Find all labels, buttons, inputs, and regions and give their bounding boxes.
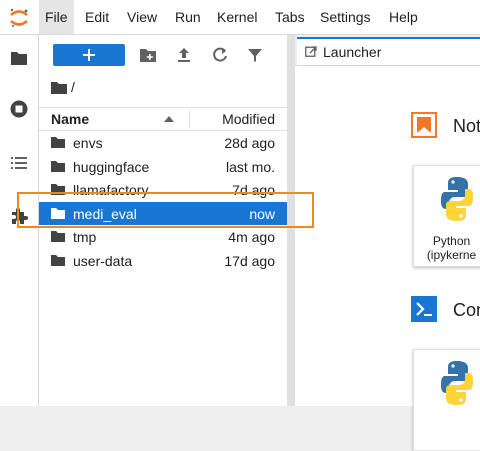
menu-file[interactable]: File: [39, 0, 74, 34]
refresh-icon[interactable]: [211, 46, 229, 64]
list-icon: [11, 157, 27, 169]
kernel-card-label: Python: [432, 234, 471, 248]
sort-ascending-icon: [164, 116, 174, 122]
column-divider[interactable]: [189, 110, 190, 128]
menu-help[interactable]: Help: [383, 0, 424, 34]
file-browser-tab[interactable]: [0, 40, 38, 76]
file-modified: last mo.: [225, 158, 275, 175]
file-modified: 28d ago: [224, 135, 275, 151]
console-section-icon: [411, 296, 437, 322]
folder-icon: [51, 137, 65, 148]
file-row-huggingface[interactable]: huggingface last mo.: [39, 155, 287, 179]
stop-circle-icon: [10, 100, 28, 118]
python-logo-icon: [441, 361, 473, 405]
home-folder-icon[interactable]: [51, 81, 67, 95]
upload-icon[interactable]: [175, 46, 193, 64]
menu-run[interactable]: Run: [169, 0, 207, 34]
new-launcher-button[interactable]: [53, 44, 125, 66]
file-modified: 17d ago: [224, 252, 275, 269]
file-name: envs: [73, 135, 103, 151]
menu-edit[interactable]: Edit: [79, 0, 115, 34]
menu-tabs[interactable]: Tabs: [269, 0, 311, 34]
console-section-title: Con: [453, 300, 480, 320]
table-of-contents-tab[interactable]: [0, 145, 38, 181]
column-name-header[interactable]: Name: [51, 111, 89, 127]
kernel-card-sublabel: (ipykerne: [426, 248, 477, 262]
tab-label: Launcher: [323, 44, 382, 60]
folder-icon: [11, 52, 27, 65]
file-name: tmp: [73, 229, 97, 245]
menu-kernel[interactable]: Kernel: [211, 0, 263, 34]
menu-bar: File Edit View Run Kernel Tabs Settings …: [0, 0, 480, 35]
launcher-icon: [305, 46, 317, 57]
notebook-section-icon: [411, 112, 437, 138]
main-tab-bar: Launcher: [295, 35, 480, 66]
selection-highlight-box: [17, 192, 314, 228]
running-kernels-tab[interactable]: [0, 91, 38, 127]
notebook-python-card[interactable]: Python (ipykerne: [413, 165, 480, 267]
file-row-tmp[interactable]: tmp 4m ago: [39, 225, 287, 249]
column-modified-header[interactable]: Modified: [222, 111, 275, 127]
file-row-envs[interactable]: envs 28d ago: [39, 131, 287, 155]
menu-view[interactable]: View: [121, 0, 163, 34]
file-name: user-data: [73, 252, 133, 269]
file-name: huggingface: [73, 158, 150, 175]
notebook-section-title: Not: [453, 116, 480, 136]
main-area: Launcher Not Python (ipykerne Con: [295, 35, 480, 451]
jupyter-logo-icon: [10, 8, 28, 27]
breadcrumb: /: [51, 77, 281, 99]
filter-icon[interactable]: [246, 46, 264, 64]
console-python-card[interactable]: [413, 349, 480, 451]
folder-icon: [51, 231, 65, 242]
tab-launcher[interactable]: Launcher: [297, 37, 480, 65]
breadcrumb-path[interactable]: /: [71, 79, 75, 95]
new-folder-icon[interactable]: [139, 46, 157, 64]
folder-icon: [51, 160, 65, 172]
folder-icon: [51, 254, 65, 266]
file-row-user-data[interactable]: user-data 17d ago: [39, 249, 287, 273]
file-browser-toolbar: [39, 35, 287, 75]
plus-icon: [83, 49, 95, 61]
file-list-header: Name Modified: [39, 107, 287, 131]
python-logo-icon: [441, 177, 473, 221]
menu-settings[interactable]: Settings: [314, 0, 377, 34]
file-modified: 4m ago: [228, 229, 275, 245]
